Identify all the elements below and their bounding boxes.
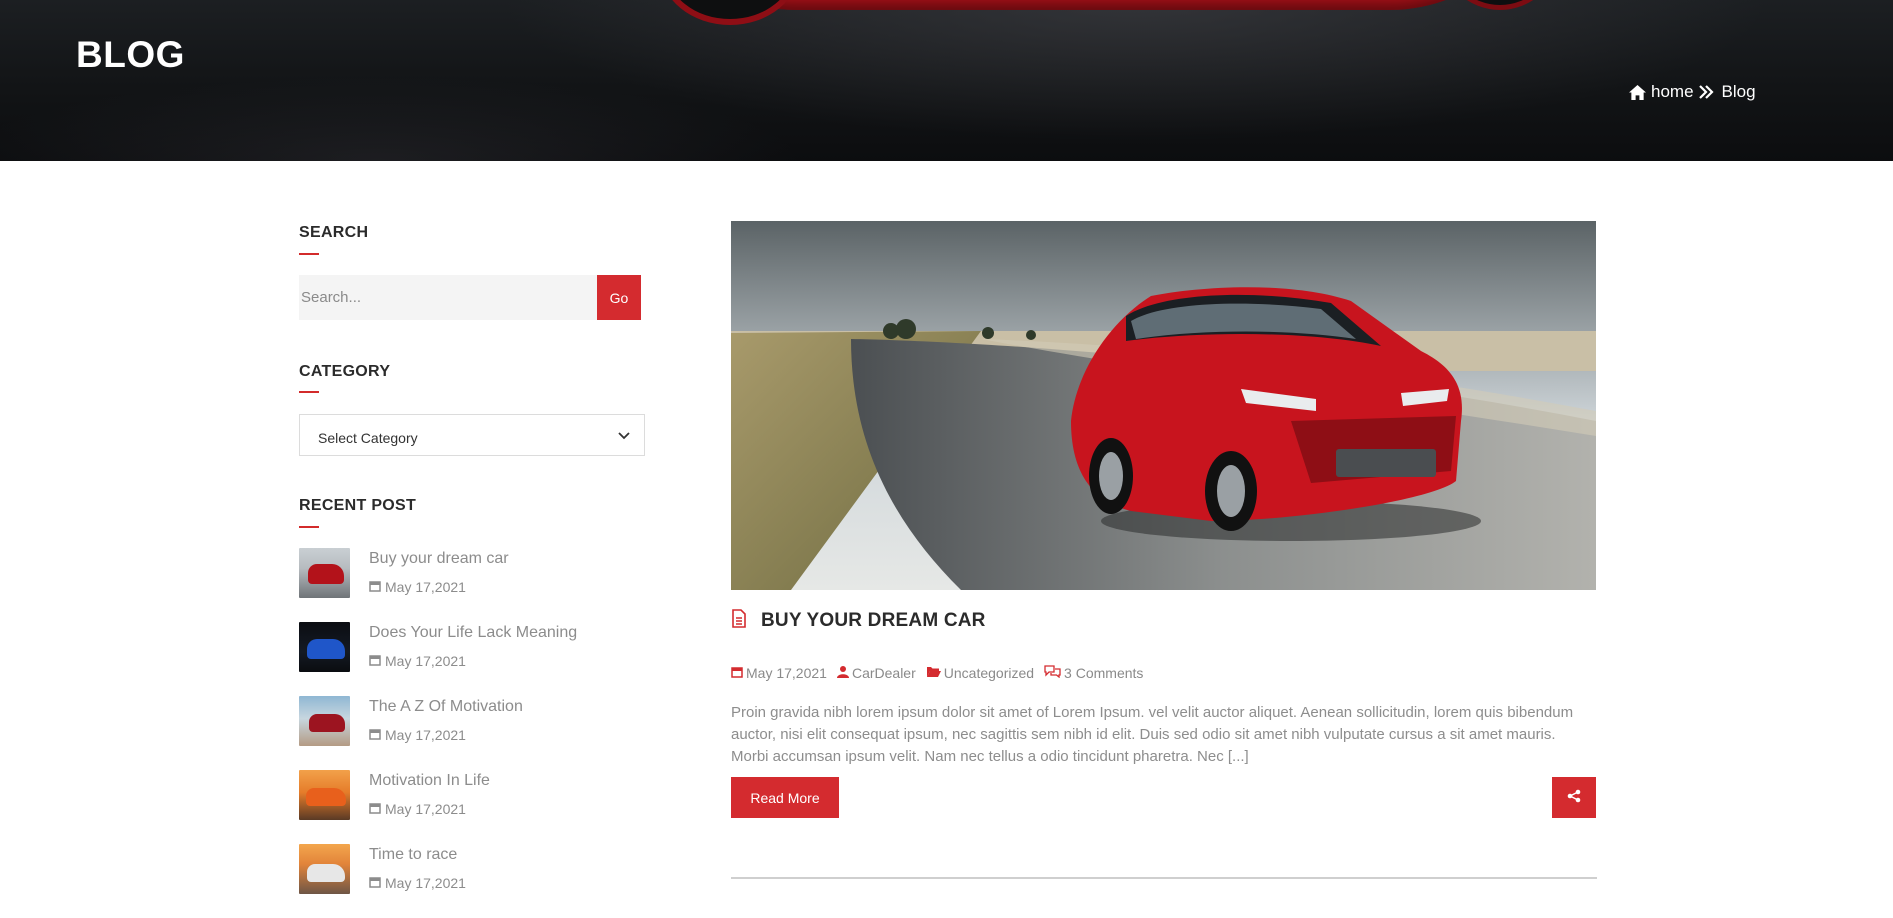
comments-icon: [1044, 665, 1061, 681]
calendar-icon: [369, 727, 381, 743]
recent-post-thumbnail[interactable]: [299, 696, 350, 746]
recent-post-item: Buy your dream car May 17,2021: [299, 548, 659, 622]
double-chevron-right-icon: [1698, 85, 1714, 99]
recent-post-date: May 17,2021: [369, 727, 466, 743]
calendar-icon: [369, 801, 381, 817]
hero-background: [0, 0, 1893, 161]
calendar-icon: [369, 653, 381, 669]
page-title: BLOG: [76, 34, 185, 75]
recent-post-title[interactable]: Motivation In Life: [369, 772, 490, 790]
search-input[interactable]: [299, 275, 597, 320]
breadcrumb: home Blog: [1628, 82, 1756, 102]
post-date-text: May 17,2021: [746, 665, 827, 681]
post-comments-text: 3 Comments: [1064, 665, 1144, 681]
recent-post-item: Does Your Life Lack Meaning May 17,2021: [299, 622, 659, 696]
read-more-button[interactable]: Read More: [731, 777, 839, 818]
recent-post-title[interactable]: Does Your Life Lack Meaning: [369, 624, 577, 642]
recent-post-title[interactable]: Time to race: [369, 846, 457, 864]
recent-post-title[interactable]: Buy your dream car: [369, 550, 509, 568]
post-author-text: CarDealer: [851, 665, 916, 681]
recent-post-date-text: May 17,2021: [385, 801, 466, 817]
title-underline: [299, 253, 319, 255]
home-icon[interactable]: [1628, 84, 1647, 101]
post-category[interactable]: Uncategorized: [926, 665, 1034, 681]
chevron-down-icon: [618, 427, 630, 443]
recent-post-date-text: May 17,2021: [385, 579, 466, 595]
calendar-icon: [369, 875, 381, 891]
post-comments[interactable]: 3 Comments: [1044, 665, 1143, 681]
post-category-text: Uncategorized: [943, 665, 1035, 681]
post-excerpt: Proin gravida nibh lorem ipsum dolor sit…: [731, 704, 1574, 765]
recent-post-date-text: May 17,2021: [385, 653, 466, 669]
recent-post-item: Time to race May 17,2021: [299, 844, 659, 918]
post-date: May 17,2021: [731, 665, 827, 681]
calendar-icon: [731, 665, 743, 681]
post-featured-image[interactable]: [731, 221, 1596, 590]
user-icon: [836, 665, 849, 681]
recent-post-date-text: May 17,2021: [385, 875, 466, 891]
share-icon: [1567, 789, 1581, 806]
recent-post-date-text: May 17,2021: [385, 727, 466, 743]
recent-post-thumbnail[interactable]: [299, 548, 350, 598]
folder-open-icon: [926, 665, 941, 681]
post-title-row: BUY YOUR DREAM CAR: [731, 609, 986, 633]
search-widget-title: SEARCH: [299, 224, 369, 241]
recent-post-thumbnail[interactable]: [299, 622, 350, 672]
share-button[interactable]: [1552, 777, 1596, 818]
recent-post-widget-title: RECENT POST: [299, 497, 417, 514]
recent-post-item: The A Z Of Motivation May 17,2021: [299, 696, 659, 770]
post-meta: May 17,2021 CarDealer Uncategorized 3 Co…: [731, 665, 1153, 681]
title-underline: [299, 526, 319, 528]
recent-post-thumbnail[interactable]: [299, 770, 350, 820]
recent-post-item: Motivation In Life May 17,2021: [299, 770, 659, 844]
category-select-value: Select Category: [318, 430, 418, 446]
post-author[interactable]: CarDealer: [836, 665, 916, 681]
recent-post-thumbnail[interactable]: [299, 844, 350, 894]
recent-post-date: May 17,2021: [369, 653, 466, 669]
recent-post-date: May 17,2021: [369, 579, 466, 595]
title-underline: [299, 391, 319, 393]
post-title[interactable]: BUY YOUR DREAM CAR: [761, 610, 986, 632]
breadcrumb-home-link[interactable]: home: [1651, 82, 1694, 102]
document-icon: [731, 609, 747, 633]
breadcrumb-current: Blog: [1721, 82, 1756, 101]
post-divider: [731, 877, 1597, 879]
recent-post-date: May 17,2021: [369, 875, 466, 891]
recent-post-title[interactable]: The A Z Of Motivation: [369, 698, 523, 716]
category-select[interactable]: Select Category: [299, 414, 645, 456]
page-hero: BLOG home Blog: [0, 0, 1893, 161]
category-widget-title: CATEGORY: [299, 363, 391, 380]
search-form: Go: [299, 275, 641, 320]
calendar-icon: [369, 579, 381, 595]
recent-post-list: Buy your dream car May 17,2021 Does Your…: [299, 548, 659, 918]
search-go-button[interactable]: Go: [597, 275, 641, 320]
recent-post-date: May 17,2021: [369, 801, 466, 817]
